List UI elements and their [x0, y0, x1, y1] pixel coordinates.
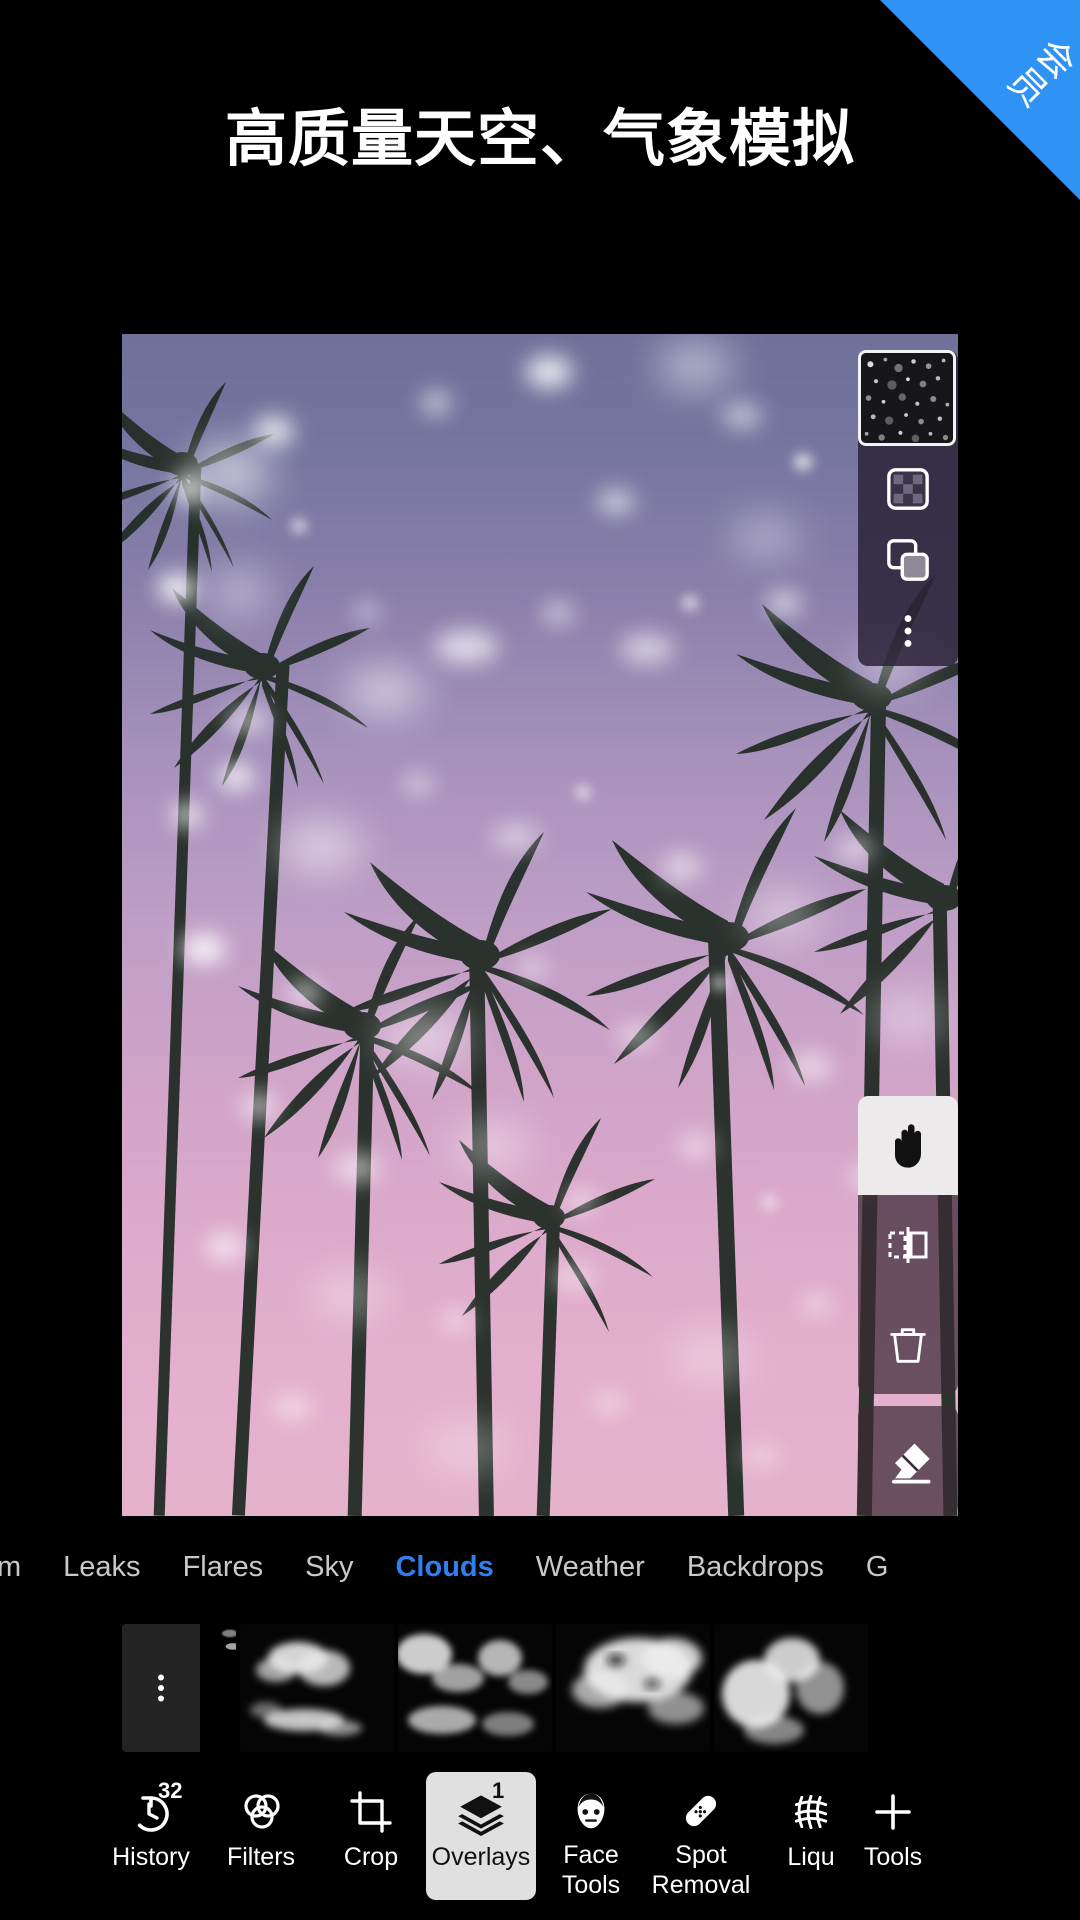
filters-circles-icon	[237, 1786, 285, 1838]
face-icon	[568, 1786, 614, 1836]
crop-icon	[347, 1786, 395, 1838]
app-root: 会员 高质量天空、气象模拟 m Leaks Flares Sky Clouds …	[0, 0, 1080, 1920]
cloud-preview	[556, 1624, 710, 1752]
toolbar-item-tools[interactable]: Tools	[838, 1772, 948, 1900]
tab-clouds[interactable]: Clouds	[374, 1551, 514, 1584]
hand-icon	[895, 1123, 921, 1168]
cloud-preview	[240, 1624, 394, 1752]
liquify-grid-icon	[789, 1786, 833, 1838]
toolbar-label-spot-removal: Spot Removal	[651, 1841, 751, 1899]
tab-leaks[interactable]: Leaks	[42, 1551, 161, 1584]
more-options-button[interactable]	[858, 595, 958, 666]
blend-mode-button[interactable]	[858, 524, 958, 595]
cloud-overlay-thumb-4[interactable]	[714, 1624, 868, 1752]
toolbar-label-face-tools: Face Tools	[561, 1841, 621, 1899]
overlay-thumbnail-strip[interactable]	[0, 1618, 1080, 1758]
bokeh-layer-preview	[861, 353, 953, 443]
three-dots-vertical-icon	[158, 1674, 164, 1702]
toolbar-label-history: History	[112, 1843, 190, 1871]
cloud-preview	[714, 1624, 868, 1752]
mirror-flip-icon	[888, 1226, 928, 1263]
flip-tool[interactable]	[858, 1195, 958, 1294]
toolbar-item-face-tools[interactable]: Face Tools	[536, 1772, 646, 1900]
toolbar-label-crop: Crop	[343, 1843, 399, 1871]
toolbar-label-tools: Tools	[863, 1843, 923, 1871]
cloud-overlay-thumb-3[interactable]	[556, 1624, 710, 1752]
cloud-preview	[200, 1624, 236, 1654]
eraser-tool[interactable]	[858, 1406, 958, 1516]
cloud-overlay-thumb-1[interactable]	[240, 1624, 394, 1752]
layer-thumbnail[interactable]	[858, 350, 956, 446]
tab-clipped-right[interactable]: G	[845, 1551, 910, 1584]
eraser-icon	[892, 1443, 931, 1484]
toolbar-label-filters: Filters	[226, 1843, 296, 1871]
trash-icon	[890, 1327, 926, 1363]
toolbar-item-overlays[interactable]: 1 Overlays	[426, 1772, 536, 1900]
eraser-panel	[858, 1406, 958, 1516]
checkerboard-icon	[887, 468, 929, 510]
toolbar-item-filters[interactable]: Filters	[206, 1772, 316, 1900]
toolbar-item-crop[interactable]: Crop	[316, 1772, 426, 1900]
toolbar-item-history[interactable]: 32 History	[96, 1772, 206, 1900]
photo-canvas[interactable]	[122, 334, 958, 1516]
three-dots-vertical-icon	[904, 614, 912, 647]
toolbar-item-spot-removal[interactable]: Spot Removal	[646, 1772, 756, 1900]
plus-icon	[869, 1786, 917, 1838]
overlays-badge: 1	[492, 1778, 505, 1803]
cloud-overlay-thumb-0[interactable]	[200, 1624, 236, 1752]
tab-weather[interactable]: Weather	[515, 1551, 666, 1584]
object-tools-panel	[858, 1096, 958, 1394]
film-grain	[122, 334, 958, 1516]
overlay-category-tabs[interactable]: m Leaks Flares Sky Clouds Weather Backdr…	[0, 1536, 1080, 1598]
history-badge: 32	[158, 1778, 183, 1803]
bandage-icon	[677, 1786, 725, 1836]
premium-ribbon[interactable]: 会员	[880, 0, 1080, 200]
cloud-preview	[398, 1624, 552, 1752]
bottom-toolbar[interactable]: 32 History Filters Crop 1 Overlays Face …	[0, 1772, 1080, 1920]
strip-more-button[interactable]	[122, 1624, 200, 1752]
move-tool[interactable]	[858, 1096, 958, 1195]
toolbar-label-liquify: Liqu	[787, 1843, 835, 1871]
cloud-overlay-thumb-2[interactable]	[398, 1624, 552, 1752]
tab-backdrops[interactable]: Backdrops	[666, 1551, 845, 1584]
toolbar-label-overlays: Overlays	[431, 1843, 531, 1871]
delete-tool[interactable]	[858, 1294, 958, 1393]
tab-clipped-left[interactable]: m	[0, 1551, 42, 1584]
tab-flares[interactable]: Flares	[162, 1551, 285, 1584]
opacity-button[interactable]	[858, 453, 958, 524]
overlapping-squares-icon	[887, 538, 929, 581]
tab-sky[interactable]: Sky	[284, 1551, 374, 1584]
